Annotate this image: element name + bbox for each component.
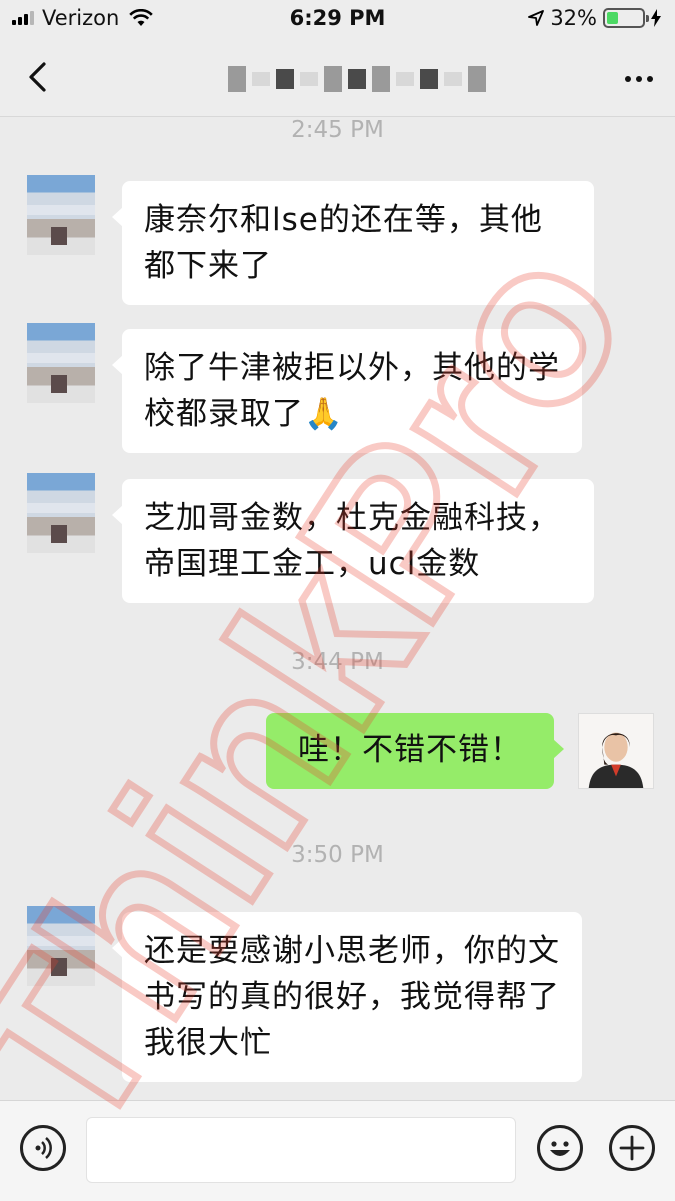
input-bar [0,1100,675,1201]
timestamp: 3:44 PM [291,649,384,675]
message-text: 芝加哥金数，杜克金融科技，帝国理工金工，ucl金数 [144,500,560,582]
back-button[interactable] [22,60,56,94]
message-input[interactable] [86,1117,516,1183]
add-button[interactable] [609,1125,655,1171]
emoji-button[interactable] [537,1125,583,1171]
contact-avatar[interactable] [27,175,95,255]
contact-avatar[interactable] [27,906,95,986]
more-options-button[interactable] [625,76,653,82]
contact-name-blurred [228,66,486,92]
plus-icon [619,1135,645,1161]
voice-button[interactable] [20,1125,66,1171]
message-text: 除了牛津被拒以外，其他的学校都录取了🙏 [144,350,560,432]
chat-header [0,40,675,117]
status-bar: Verizon 6:29 PM 32% [0,0,675,40]
my-avatar[interactable] [578,713,654,789]
status-right: 32% [528,6,661,30]
message-bubble[interactable]: 康奈尔和lse的还在等，其他都下来了 [112,181,594,305]
message-bubble[interactable]: 还是要感谢小思老师，你的文书写的真的很好，我觉得帮了我很大忙 [112,912,582,1082]
timestamp: 3:50 PM [291,842,384,868]
message-bubble[interactable]: 芝加哥金数，杜克金融科技，帝国理工金工，ucl金数 [112,479,594,603]
battery-percent: 32% [550,6,597,30]
charging-bolt-icon [651,9,661,27]
emoji-icon [550,1141,570,1156]
location-arrow-icon [528,10,545,26]
message-text: 还是要感谢小思老师，你的文书写的真的很好，我觉得帮了我很大忙 [144,933,560,1061]
message-text: 康奈尔和lse的还在等，其他都下来了 [144,202,543,284]
message-text: 哇！不错不错！ [298,732,522,768]
battery-icon [603,8,649,28]
voice-icon [35,1137,52,1159]
chat-area[interactable]: 2:45 PM 康奈尔和lse的还在等，其他都下来了 除了牛津被拒以外，其他的学… [0,117,675,1100]
message-bubble[interactable]: 哇！不错不错！ [266,713,564,789]
message-bubble[interactable]: 除了牛津被拒以外，其他的学校都录取了🙏 [112,329,582,453]
contact-avatar[interactable] [27,323,95,403]
timestamp: 2:45 PM [291,117,384,143]
contact-avatar[interactable] [27,473,95,553]
